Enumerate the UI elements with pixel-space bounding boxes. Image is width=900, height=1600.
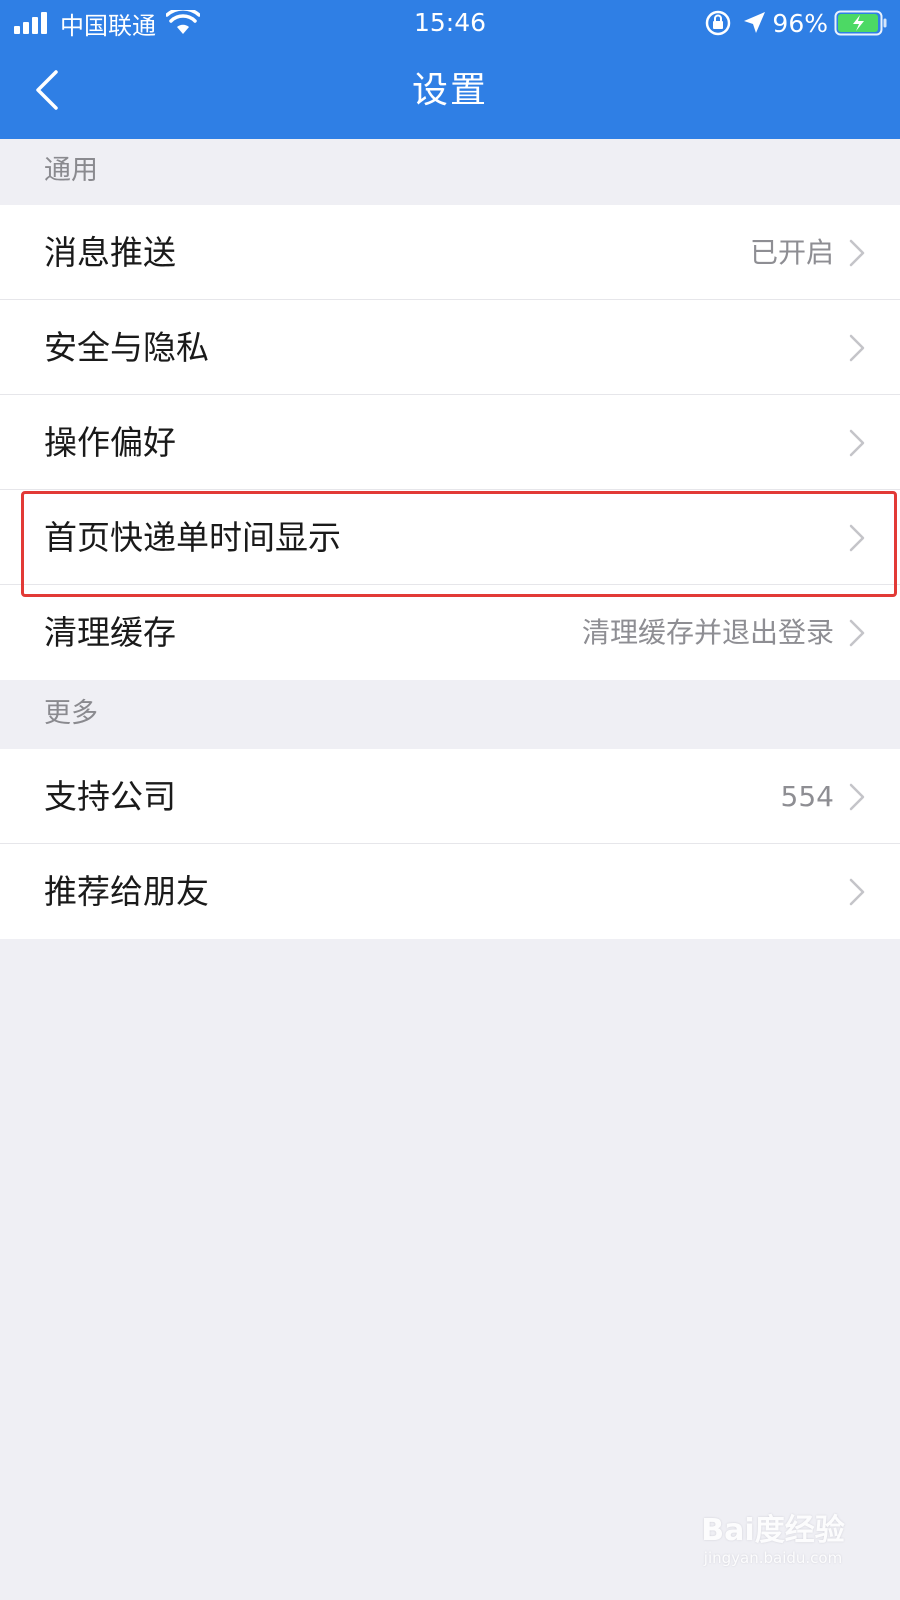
chevron-right-icon [849, 239, 865, 267]
watermark-url: jingyan.baidu.com [703, 1549, 843, 1567]
setting-home-waybill-time-display[interactable]: 首页快递单时间显示 [0, 490, 900, 585]
row-label: 操作偏好 [44, 423, 176, 462]
row-label: 消息推送 [44, 233, 176, 272]
nav-bar: 设置 [0, 44, 900, 139]
settings-group-more: 支持公司 554 推荐给朋友 [0, 749, 900, 939]
row-label: 首页快递单时间显示 [44, 518, 341, 557]
setting-operation-preference[interactable]: 操作偏好 [0, 395, 900, 490]
app-header: 中国联通 15:46 96% 设置 [0, 0, 900, 139]
setting-message-push[interactable]: 消息推送 已开启 [0, 205, 900, 300]
setting-recommend-to-friends[interactable]: 推荐给朋友 [0, 844, 900, 939]
row-label: 推荐给朋友 [44, 872, 209, 911]
row-value: 554 [780, 780, 834, 813]
section-label-general: 通用 [44, 155, 98, 186]
rotation-lock-icon [706, 10, 731, 36]
row-label: 支持公司 [44, 777, 176, 816]
setting-security-privacy[interactable]: 安全与隐私 [0, 300, 900, 395]
chevron-right-icon [849, 334, 865, 362]
row-value: 清理缓存并退出登录 [581, 616, 834, 649]
chevron-right-icon [849, 429, 865, 457]
battery-icon [834, 10, 887, 36]
chevron-right-icon [849, 783, 865, 811]
row-label: 清理缓存 [44, 613, 176, 652]
watermark: Bai度经验 jingyan.baidu.com [688, 1505, 858, 1585]
watermark-logo: Bai度经验 [701, 1513, 845, 1548]
location-arrow-icon [744, 12, 766, 33]
status-right: 96% [704, 6, 888, 40]
chevron-right-icon [849, 619, 865, 647]
row-value: 已开启 [749, 236, 834, 269]
battery-percent: 96% [772, 8, 828, 38]
section-label-more: 更多 [44, 698, 98, 729]
setting-supported-companies[interactable]: 支持公司 554 [0, 749, 900, 844]
page-title: 设置 [411, 70, 488, 111]
settings-group-general: 消息推送 已开启 安全与隐私 操作偏好 首页快递单时间显示 清理缓存 清理缓存并… [0, 205, 900, 680]
chevron-right-icon [849, 878, 865, 906]
row-label: 安全与隐私 [44, 328, 209, 367]
chevron-right-icon [849, 524, 865, 552]
setting-clear-cache[interactable]: 清理缓存 清理缓存并退出登录 [0, 585, 900, 680]
status-bar: 中国联通 15:46 96% [0, 0, 900, 44]
